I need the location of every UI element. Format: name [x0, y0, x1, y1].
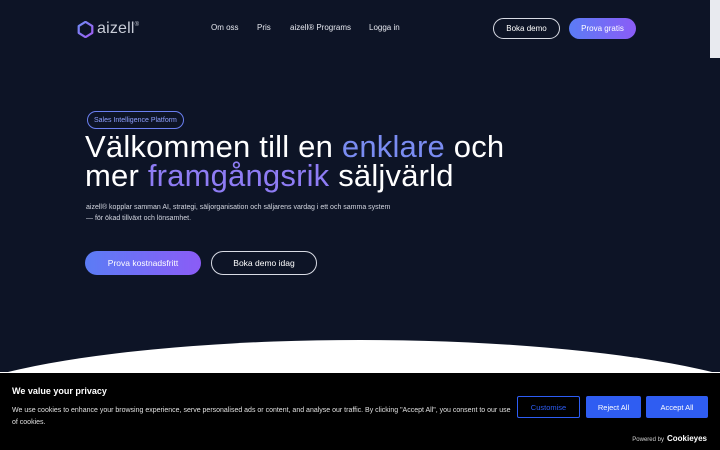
scrollbar[interactable]: [710, 0, 720, 58]
nav-logga-in[interactable]: Logga in: [369, 23, 400, 32]
headline-text: säljvärld: [329, 158, 454, 193]
logo-icon: [77, 20, 94, 38]
try-free-cta-button[interactable]: Prova kostnadsfritt: [85, 251, 201, 275]
nav-pris[interactable]: Pris: [257, 23, 271, 32]
cookie-banner: We value your privacy We use cookies to …: [0, 373, 720, 450]
accept-all-button[interactable]: Accept All: [646, 396, 708, 418]
hero-bottom-curve: [0, 340, 720, 372]
book-demo-button[interactable]: Boka demo: [493, 18, 560, 39]
nav-om-oss[interactable]: Om oss: [211, 23, 239, 32]
try-free-button[interactable]: Prova gratis: [569, 18, 636, 39]
page-title: Välkommen till en enklare och mer framgå…: [85, 129, 685, 193]
hero-lead: aizell® kopplar samman AI, strategi, säl…: [86, 203, 446, 224]
book-demo-cta-button[interactable]: Boka demo idag: [211, 251, 317, 275]
customise-button[interactable]: Customise: [517, 396, 580, 418]
lead-line: — för ökad tillväxt och lönsamhet.: [86, 214, 192, 222]
nav-programs[interactable]: aizell® Programs: [290, 23, 351, 32]
lead-line: aizell® kopplar samman AI, strategi, säl…: [86, 204, 391, 211]
logo-text: aizell®: [97, 20, 140, 37]
headline-text: mer: [85, 158, 148, 193]
logo[interactable]: aizell®: [77, 20, 139, 38]
powered-by-label: Powered by: [632, 437, 664, 443]
platform-badge: Sales Intelligence Platform: [87, 111, 184, 129]
cookieyes-logo: Cookieyes: [666, 434, 707, 443]
headline-text: och: [444, 129, 505, 164]
powered-by[interactable]: Powered by Cookieyes: [632, 434, 707, 443]
cookie-title: We value your privacy: [12, 386, 107, 396]
cookie-text: We use cookies to enhance your browsing …: [12, 407, 511, 426]
headline-accent: framgångsrik: [147, 158, 330, 193]
reject-all-button[interactable]: Reject All: [586, 396, 641, 418]
